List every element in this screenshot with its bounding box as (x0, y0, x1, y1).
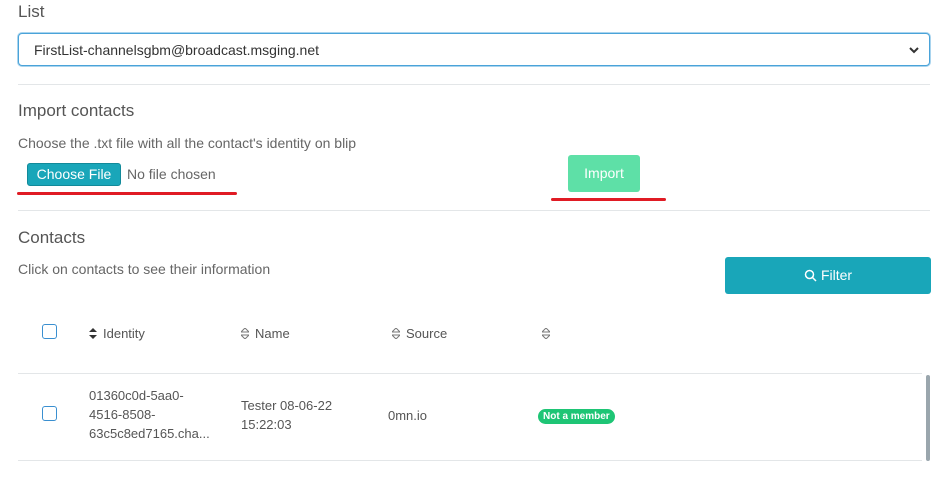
column-header-name[interactable]: Name (239, 326, 290, 341)
scrollbar[interactable] (926, 375, 930, 461)
select-all-checkbox[interactable] (42, 324, 57, 339)
filter-button[interactable]: Filter (725, 257, 931, 294)
sort-icon (89, 328, 97, 339)
sort-icon (540, 327, 552, 340)
list-label: List (18, 2, 45, 21)
annotation-underline-import (551, 198, 666, 201)
row-source: 0mn.io (388, 408, 428, 423)
table-divider (18, 460, 922, 461)
column-header-status[interactable] (540, 326, 556, 341)
row-identity: 01360c0d-5aa0- 4516-8508- 63c5c8ed7165.c… (89, 388, 210, 441)
filter-label: Filter (820, 267, 853, 283)
divider (18, 210, 930, 211)
annotation-underline-choose-file (17, 192, 237, 195)
column-header-identity[interactable]: Identity (89, 326, 145, 341)
list-select[interactable]: FirstList-channelsgbm@broadcast.msging.n… (18, 33, 930, 66)
status-badge: Not a member (538, 409, 615, 424)
search-icon (804, 269, 817, 282)
row-name: Tester 08-06-22 15:22:03 (241, 398, 333, 432)
import-button[interactable]: Import (568, 155, 640, 192)
list-select-value: FirstList-channelsgbm@broadcast.msging.n… (34, 42, 320, 58)
choose-file-button[interactable]: Choose File (27, 163, 121, 186)
row-checkbox[interactable] (42, 406, 57, 421)
contacts-title: Contacts (18, 228, 86, 247)
file-status-text: No file chosen (127, 166, 216, 182)
chevron-down-icon (909, 47, 919, 54)
divider (18, 84, 930, 85)
sort-icon (390, 327, 402, 340)
import-title: Import contacts (18, 101, 135, 120)
contacts-hint: Click on contacts to see their informati… (18, 261, 271, 277)
sort-icon (239, 327, 251, 340)
import-hint: Choose the .txt file with all the contac… (18, 135, 357, 151)
column-header-source[interactable]: Source (390, 326, 447, 341)
